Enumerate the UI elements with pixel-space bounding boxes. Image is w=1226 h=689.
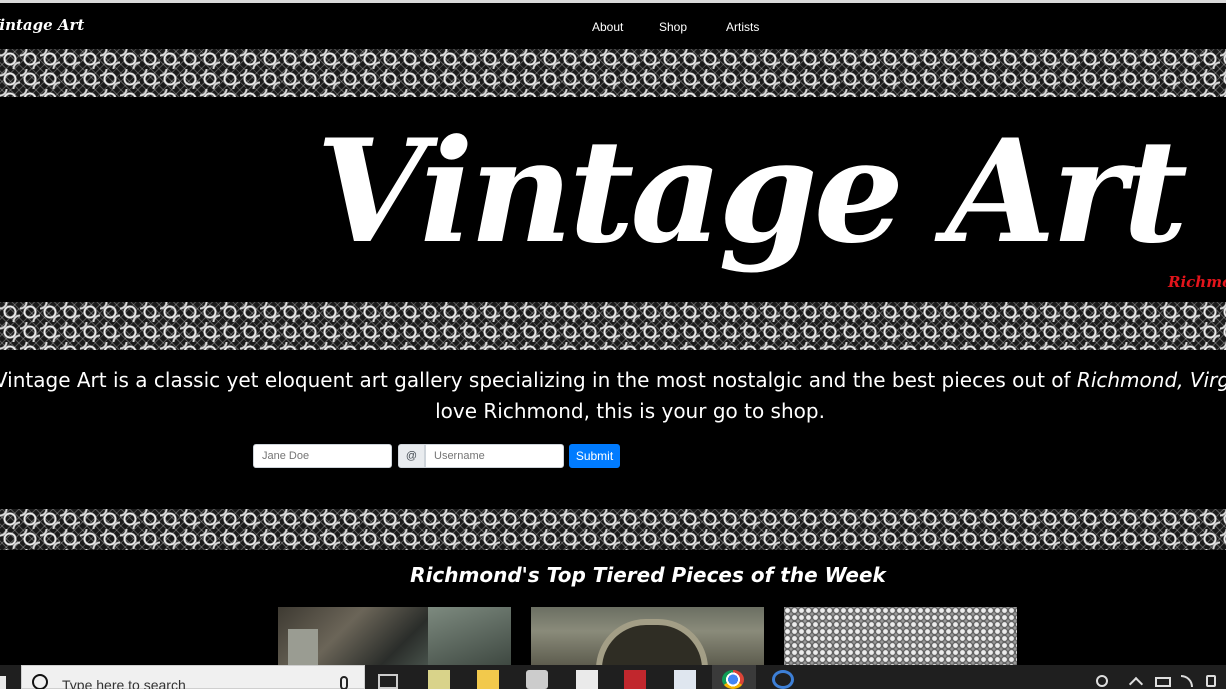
file-explorer-icon[interactable]: [477, 670, 499, 689]
notepad-icon[interactable]: [428, 670, 450, 689]
decorative-pattern-band-bottom: [0, 509, 1226, 550]
description-line2: love Richmond, this is your go to shop.: [435, 399, 825, 423]
navbar: Vintage Art About Shop Artists: [0, 3, 1226, 49]
store-icon[interactable]: [526, 670, 548, 689]
mail-icon[interactable]: [576, 670, 598, 689]
hero-subtitle: Richmond: [1168, 273, 1226, 291]
nav-link-artists[interactable]: Artists: [726, 20, 759, 34]
windows-taskbar: Type here to search: [0, 665, 1226, 689]
document-icon[interactable]: [674, 670, 696, 689]
start-button[interactable]: [0, 676, 6, 689]
name-input[interactable]: [253, 444, 392, 468]
decorative-pattern-band-top: [0, 49, 1226, 97]
chrome-icon[interactable]: [722, 670, 744, 689]
at-addon: @: [398, 444, 425, 468]
hero-title: Vintage Art: [316, 109, 1188, 275]
artwork-image-1[interactable]: [278, 607, 511, 667]
artwork-image-3[interactable]: [784, 607, 1017, 667]
username-input-group: @: [398, 444, 564, 468]
microphone-icon[interactable]: [340, 676, 348, 689]
nav-link-shop[interactable]: Shop: [659, 20, 687, 34]
brand-logo[interactable]: Vintage Art: [0, 16, 84, 34]
task-view-icon[interactable]: [378, 674, 398, 689]
section-title: Richmond's Top Tiered Pieces of the Week: [410, 563, 886, 587]
app-icon[interactable]: [772, 670, 794, 689]
description-line1: Vintage Art is a classic yet eloquent ar…: [0, 368, 1077, 392]
search-icon: [32, 674, 48, 689]
battery-icon[interactable]: [1155, 677, 1171, 687]
taskbar-search-box[interactable]: Type here to search: [21, 665, 365, 689]
filezilla-icon[interactable]: [624, 670, 646, 689]
people-icon[interactable]: [1096, 675, 1108, 687]
username-input[interactable]: [425, 444, 564, 468]
taskbar-search-placeholder: Type here to search: [62, 677, 186, 689]
nav-link-about[interactable]: About: [592, 20, 623, 34]
chevron-up-icon[interactable]: [1128, 676, 1144, 689]
volume-icon[interactable]: [1206, 675, 1216, 687]
gallery-description: Vintage Art is a classic yet eloquent ar…: [0, 365, 1226, 427]
decorative-pattern-band-middle: [0, 302, 1226, 350]
description-location: Richmond, Virginia: [1076, 368, 1226, 392]
hero-banner: Vintage Art Richmond: [0, 97, 1226, 302]
artwork-image-2[interactable]: [531, 607, 764, 667]
wifi-icon[interactable]: [1181, 675, 1193, 687]
submit-button[interactable]: Submit: [569, 444, 620, 468]
